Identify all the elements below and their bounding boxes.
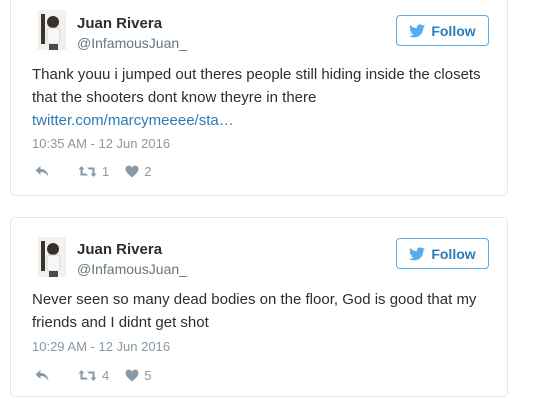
follow-label: Follow [431,22,476,39]
follow-button[interactable]: Follow [396,238,489,269]
tweet-actions: 4 5 [34,368,151,383]
like-button[interactable]: 5 [125,368,151,383]
retweet-count: 1 [102,164,110,179]
tweet-link[interactable]: twitter.com/marcymeeee/sta… [32,112,234,129]
twitter-bird-icon [409,246,426,260]
reply-icon [35,370,49,381]
tweet-actions: 1 2 [34,164,151,179]
like-button[interactable]: 2 [125,164,151,179]
retweet-button[interactable]: 4 [78,368,109,383]
follow-label: Follow [431,245,476,262]
reply-icon [35,166,49,177]
retweet-count: 4 [102,368,110,383]
follow-button[interactable]: Follow [396,15,489,46]
retweet-icon [78,370,97,381]
heart-icon [125,369,139,382]
reply-button[interactable] [34,165,50,178]
like-count: 2 [144,164,152,179]
tweet-card: Juan Rivera @InfamousJuan_ Follow Never … [10,217,508,397]
avatar[interactable] [38,237,66,277]
username[interactable]: @InfamousJuan_ [77,35,187,51]
reply-button[interactable] [34,369,50,382]
tweet-card: Juan Rivera @InfamousJuan_ Follow Thank … [10,0,508,196]
heart-icon [125,165,139,178]
timestamp[interactable]: 10:35 AM - 12 Jun 2016 [32,136,170,151]
avatar[interactable] [38,10,66,50]
twitter-bird-icon [409,23,426,37]
like-count: 5 [144,368,152,383]
retweet-button[interactable]: 1 [78,164,109,179]
username[interactable]: @InfamousJuan_ [77,261,187,277]
tweet-text: Thank youu i jumped out theres people st… [32,63,492,132]
tweet-body: Thank youu i jumped out theres people st… [32,66,481,106]
retweet-icon [78,166,97,177]
display-name[interactable]: Juan Rivera [77,15,162,32]
timestamp[interactable]: 10:29 AM - 12 Jun 2016 [32,339,170,354]
tweet-text: Never seen so many dead bodies on the fl… [32,291,477,331]
display-name[interactable]: Juan Rivera [77,241,162,258]
